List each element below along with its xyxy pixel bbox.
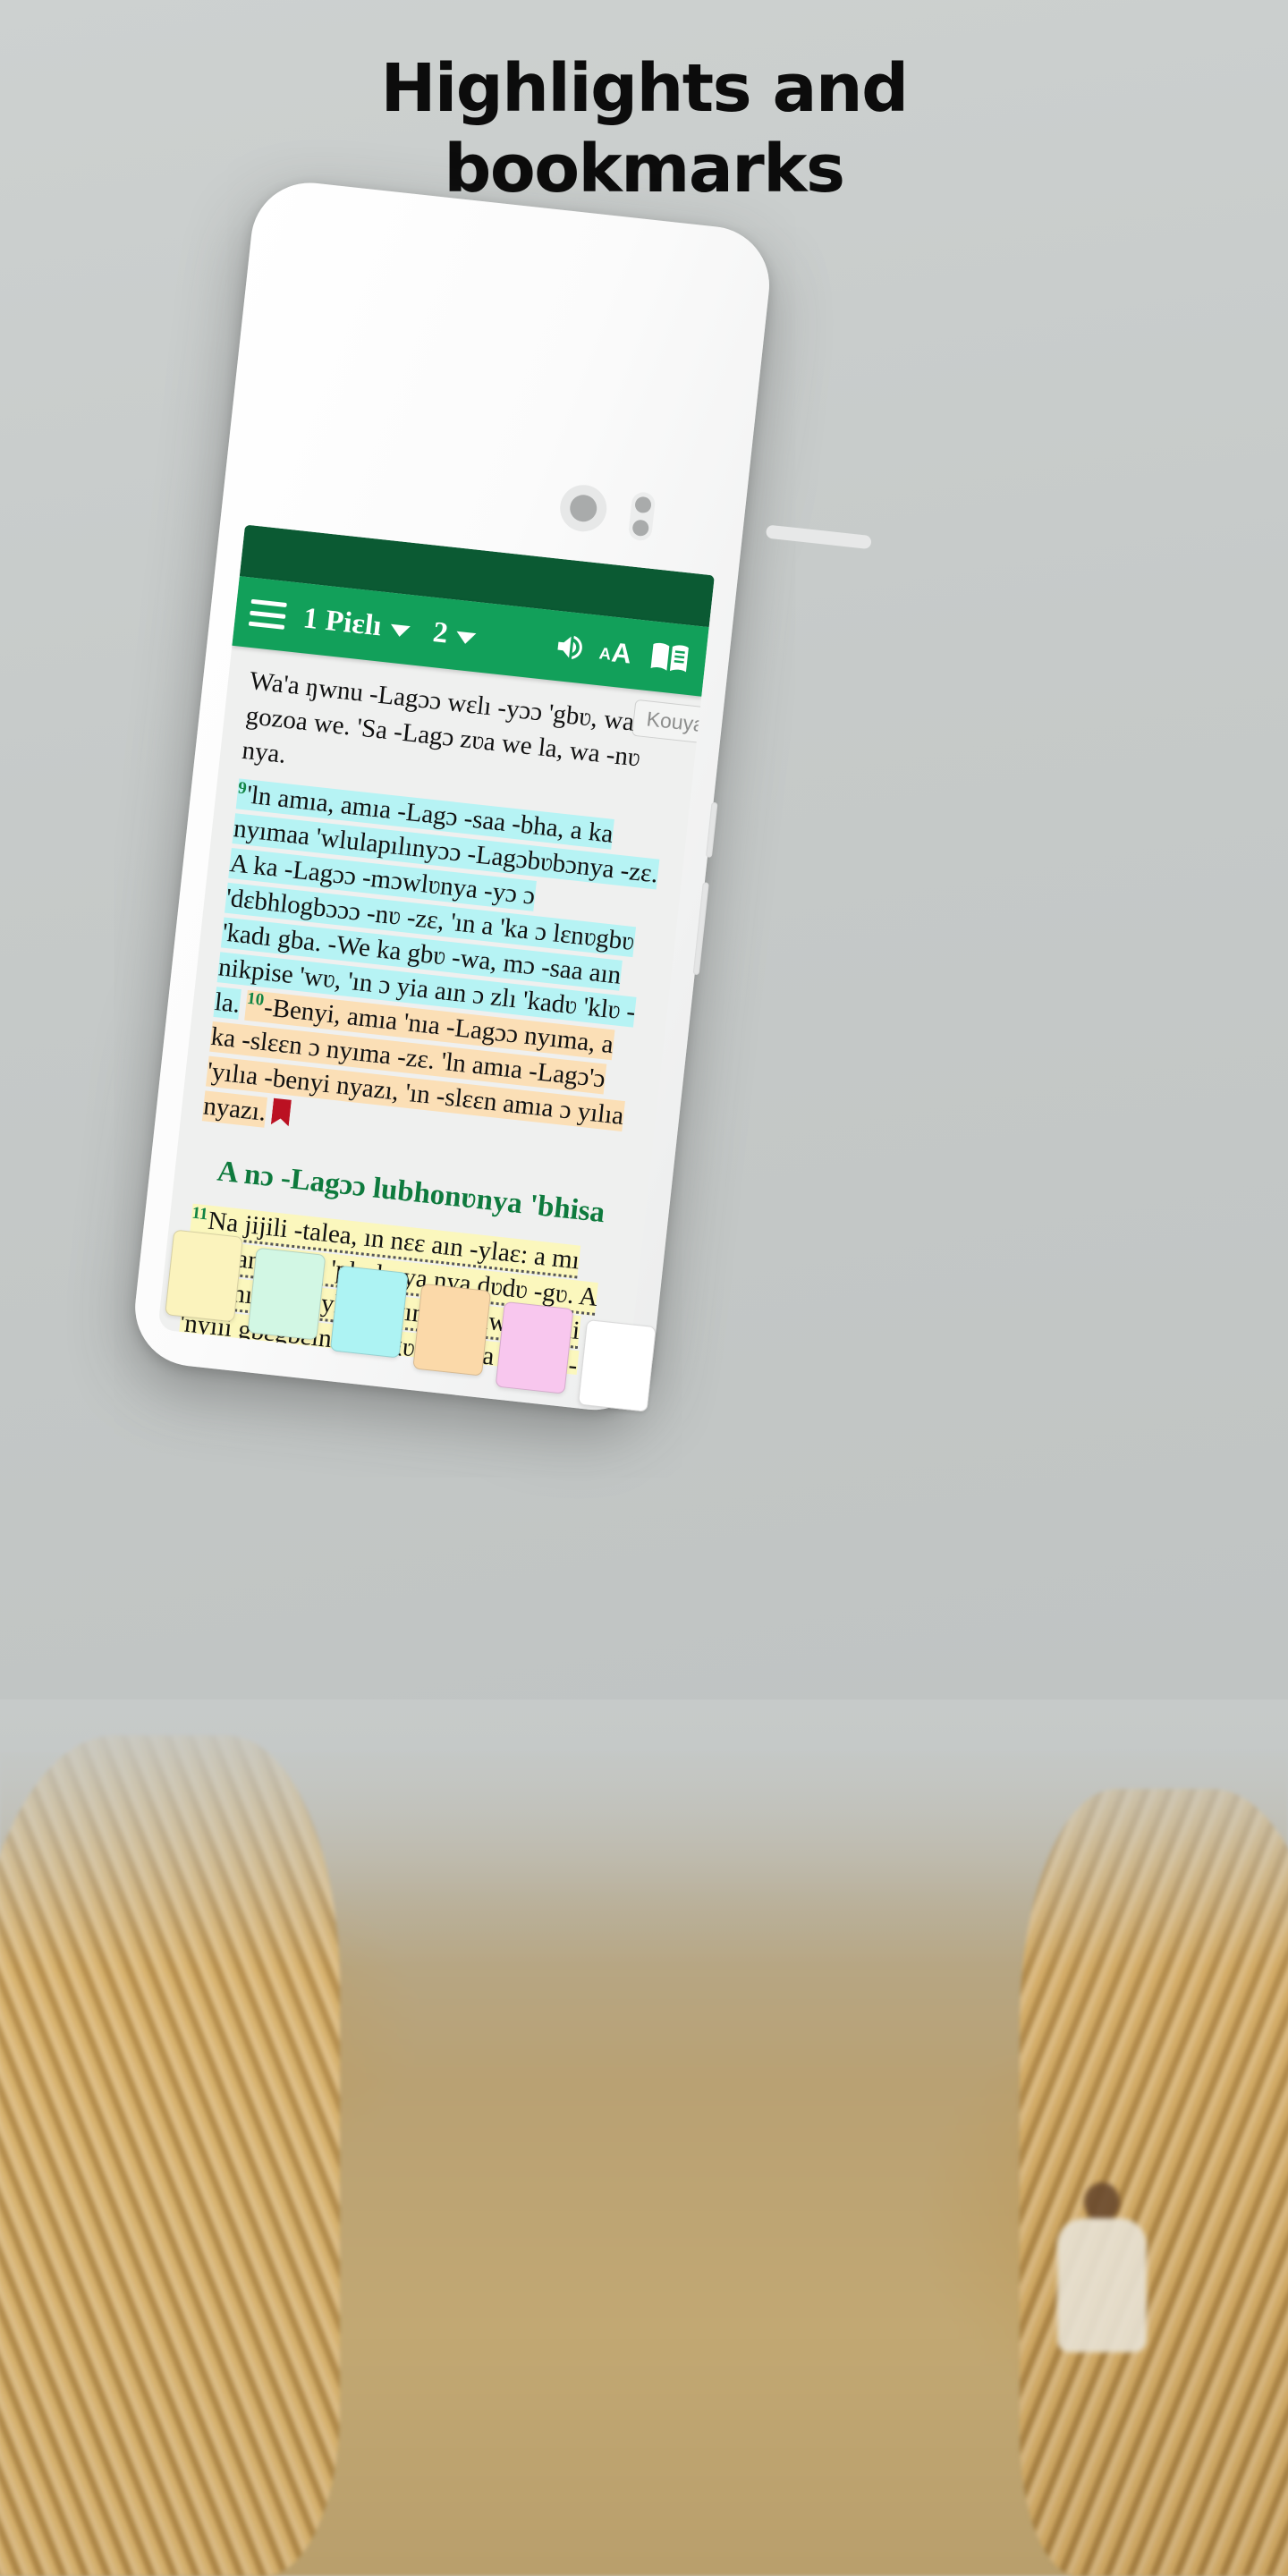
svg-text:A: A [610,637,633,669]
hamburger-menu-icon[interactable] [248,598,287,630]
swatch-highlight-cyan[interactable] [329,1265,409,1359]
verse-9-text: 'ln amıa, amıa -Lagɔ -saa -bha, a ka nyı… [213,780,660,1027]
phone-volume-down-button[interactable] [692,882,709,976]
earpiece-speaker [765,524,872,550]
font-size-icon[interactable]: A A [593,634,647,672]
verse-block: 9'ln amıa, amıa -Lagɔ -saa -bha, a ka ny… [201,776,667,1170]
swatch-highlight-yellow[interactable] [165,1229,244,1323]
swatch-highlight-none[interactable] [577,1318,657,1412]
volume-speaker-icon[interactable] [544,629,597,666]
book-selector-label[interactable]: 1 Piɛlı [301,602,383,643]
swatch-highlight-orange[interactable] [412,1283,492,1377]
chevron-down-icon-chapter[interactable] [455,631,477,645]
chapter-selector-label[interactable]: 2 [431,616,449,651]
chevron-down-icon-book[interactable] [389,623,411,638]
open-book-icon[interactable] [643,640,697,677]
swatch-highlight-pink[interactable] [495,1301,574,1394]
verse-9-highlighted[interactable]: 9'ln amıa, amıa -Lagɔ -saa -bha, a ka ny… [213,778,660,1028]
bookmark-ribbon-icon[interactable] [271,1097,292,1126]
swatch-highlight-mint[interactable] [247,1247,326,1341]
verse-number-11: 11 [191,1203,209,1224]
phone-volume-up-button[interactable] [705,801,718,859]
phone-mockup: 1 Piɛlı 2 A A Kouya Wa'a ŋwnu -Lagɔɔ wɛl… [0,0,1288,2576]
